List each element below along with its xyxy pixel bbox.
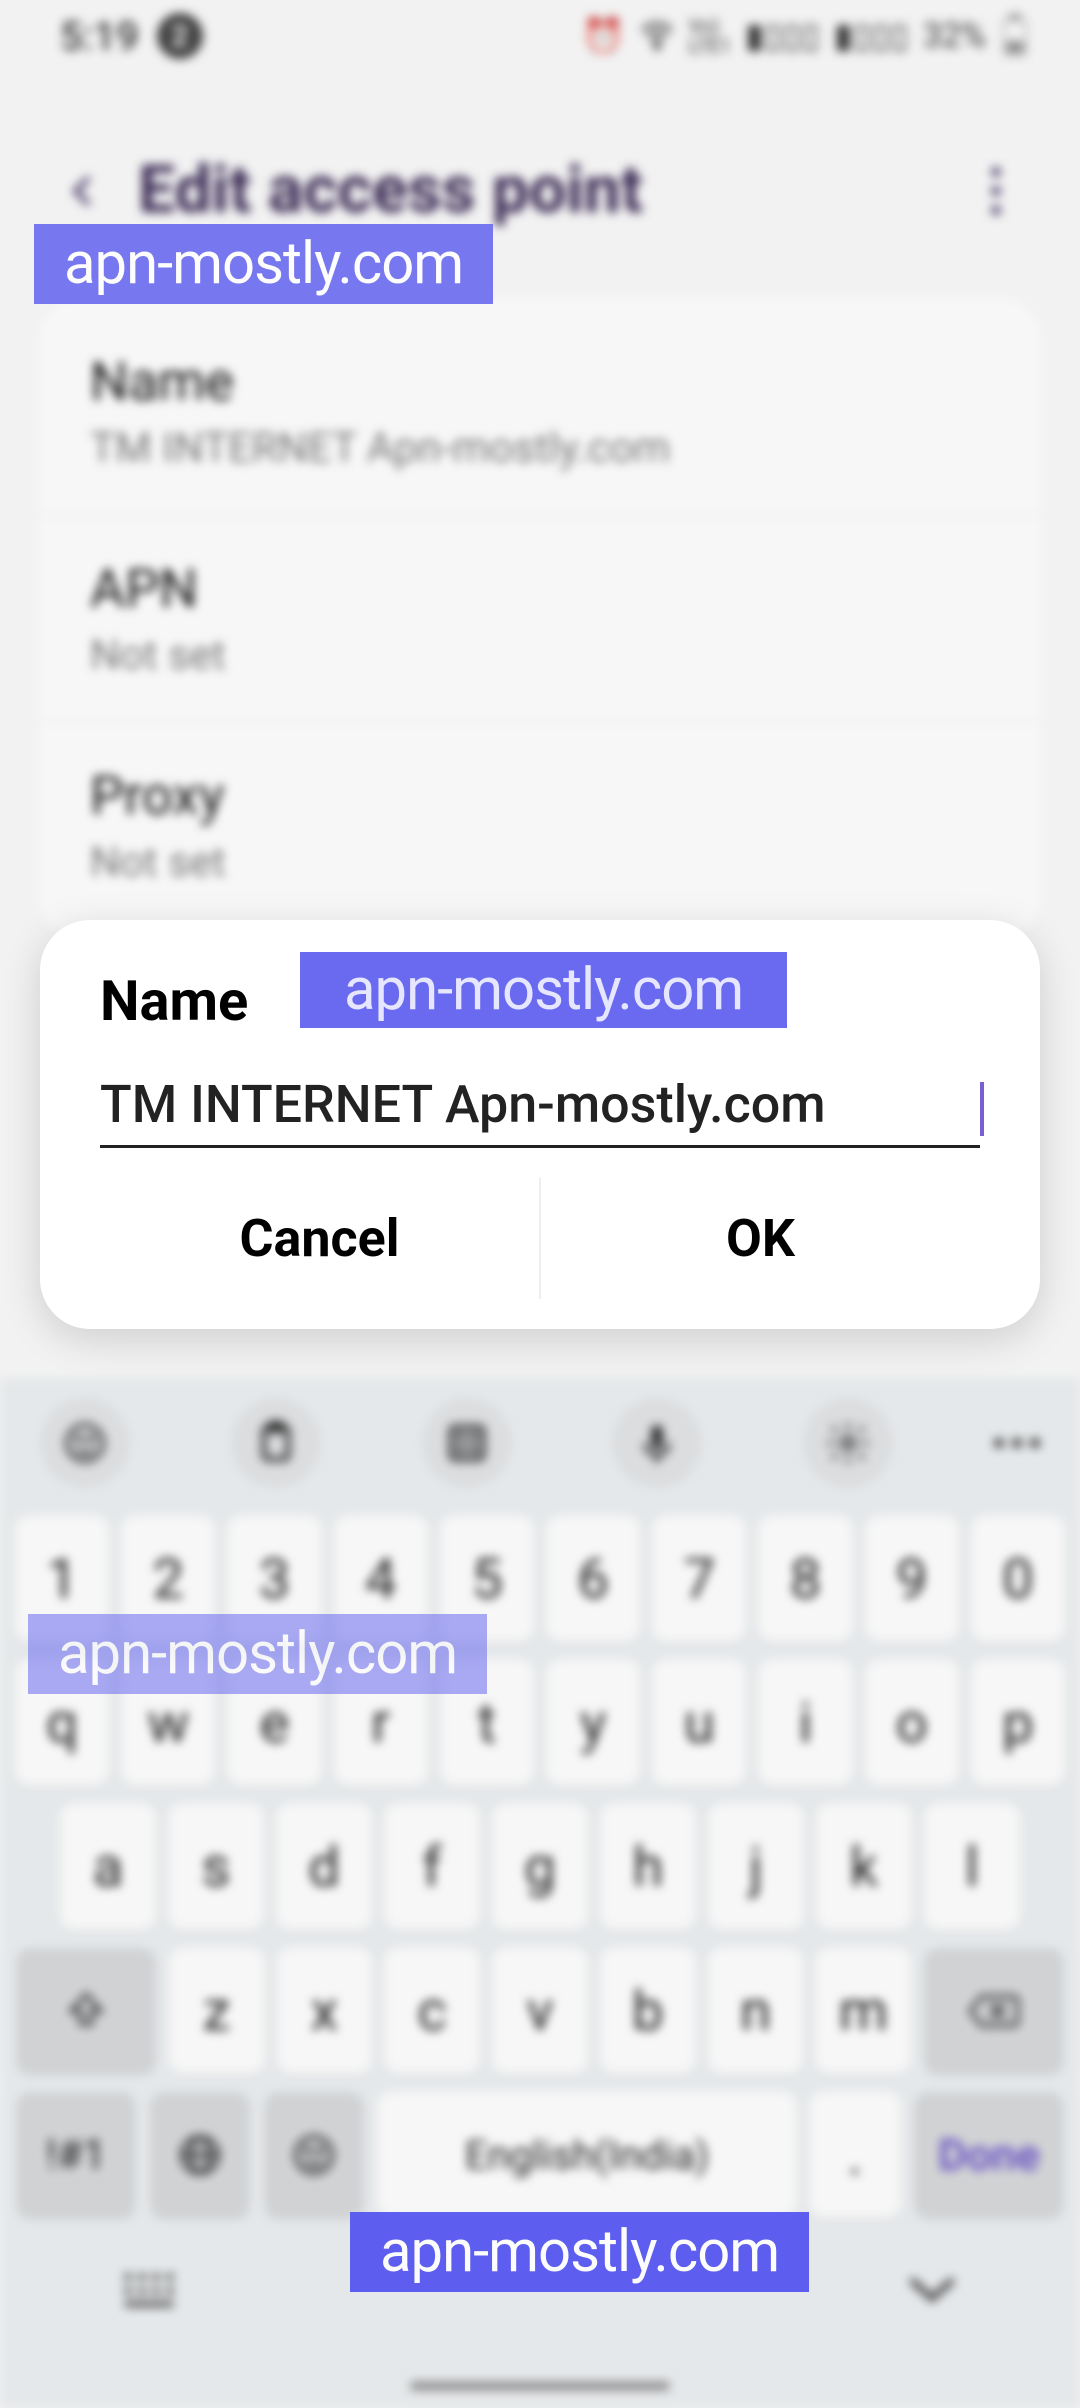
edit-name-dialog: apn-mostly.com Name Cancel OK (40, 920, 1040, 1329)
row-proxy[interactable]: Proxy Not set (40, 723, 1040, 929)
key-c[interactable]: c (385, 1948, 479, 2074)
back-button[interactable] (60, 167, 108, 215)
key-i[interactable]: i (759, 1660, 851, 1786)
row-name[interactable]: Name TM INTERNET Apn-mostly.com (40, 309, 1040, 516)
key-f[interactable]: f (385, 1804, 479, 1930)
row-value: TM INTERNET Apn-mostly.com (90, 424, 990, 473)
settings-tool-icon[interactable] (803, 1398, 893, 1488)
key-z[interactable]: z (170, 1948, 264, 2074)
key-0[interactable]: 0 (972, 1516, 1064, 1642)
key-a[interactable]: a (61, 1804, 155, 1930)
key-v[interactable]: v (493, 1948, 587, 2074)
name-input[interactable] (100, 1074, 980, 1135)
key-h[interactable]: h (601, 1804, 695, 1930)
key-9[interactable]: 9 (866, 1516, 958, 1642)
language-key[interactable] (150, 2092, 250, 2218)
more-tool-icon[interactable] (994, 1438, 1040, 1448)
battery-text: 32% (923, 16, 986, 56)
shift-key[interactable] (16, 1948, 156, 2074)
key-o[interactable]: o (866, 1660, 958, 1786)
mic-tool-icon[interactable] (612, 1398, 702, 1488)
key-m[interactable]: m (816, 1948, 910, 2074)
row-apn[interactable]: APN Not set (40, 516, 1040, 723)
period-key[interactable]: . (810, 2092, 900, 2218)
key-n[interactable]: n (709, 1948, 803, 2074)
symbols-key[interactable]: !#1 (16, 2092, 136, 2218)
key-l[interactable]: l (925, 1804, 1019, 1930)
status-bar: 5:19 2 ⏰ Vo)LTE1 ▮▯▯▯ ▮▯▯▯ 32% (0, 0, 1080, 72)
key-p[interactable]: p (972, 1660, 1064, 1786)
hide-keyboard-icon[interactable] (904, 2272, 960, 2310)
key-j[interactable]: j (709, 1804, 803, 1930)
page-title: Edit access point (138, 152, 643, 229)
emoji-key[interactable] (264, 2092, 364, 2218)
more-button[interactable] (972, 167, 1020, 215)
key-x[interactable]: x (278, 1948, 372, 2074)
key-y[interactable]: y (547, 1660, 639, 1786)
home-indicator[interactable] (410, 2382, 670, 2390)
watermark: apn-mostly.com (34, 224, 493, 304)
space-key[interactable]: English(India) (378, 2092, 796, 2218)
signal-2-icon: ▮▯▯▯ (834, 16, 909, 56)
ok-button[interactable]: OK (541, 1178, 980, 1299)
volte-icon: Vo)LTE1 (689, 16, 732, 56)
keyboard-switch-icon[interactable] (120, 2269, 180, 2313)
watermark: apn-mostly.com (28, 1614, 487, 1694)
row-value: Not set (90, 631, 990, 680)
battery-icon (1000, 14, 1030, 58)
watermark: apn-mostly.com (350, 2212, 809, 2292)
key-7[interactable]: 7 (653, 1516, 745, 1642)
text-tool-icon[interactable] (422, 1398, 512, 1488)
key-s[interactable]: s (169, 1804, 263, 1930)
key-6[interactable]: 6 (547, 1516, 639, 1642)
clipboard-tool-icon[interactable] (231, 1398, 321, 1488)
key-8[interactable]: 8 (759, 1516, 851, 1642)
key-g[interactable]: g (493, 1804, 587, 1930)
key-d[interactable]: d (277, 1804, 371, 1930)
backspace-key[interactable] (924, 1948, 1064, 2074)
cancel-button[interactable]: Cancel (100, 1178, 539, 1299)
alarm-icon: ⏰ (582, 16, 624, 56)
key-k[interactable]: k (817, 1804, 911, 1930)
watermark: apn-mostly.com (300, 952, 787, 1028)
status-time: 5:19 (60, 13, 139, 60)
done-key[interactable]: Done (914, 2092, 1064, 2218)
key-b[interactable]: b (601, 1948, 695, 2074)
wifi-icon (639, 18, 675, 54)
emoji-tool-icon[interactable] (40, 1398, 130, 1488)
apn-list: Name TM INTERNET Apn-mostly.com APN Not … (40, 299, 1040, 939)
row-value: Not set (90, 838, 990, 887)
status-notif-badge: 2 (157, 13, 203, 59)
signal-1-icon: ▮▯▯▯ (745, 16, 820, 56)
text-cursor (980, 1082, 984, 1136)
row-title: Proxy (90, 765, 990, 828)
row-title: Name (90, 351, 990, 414)
key-u[interactable]: u (653, 1660, 745, 1786)
row-title: APN (90, 558, 990, 621)
status-icons: ⏰ Vo)LTE1 ▮▯▯▯ ▮▯▯▯ 32% (582, 14, 1030, 58)
